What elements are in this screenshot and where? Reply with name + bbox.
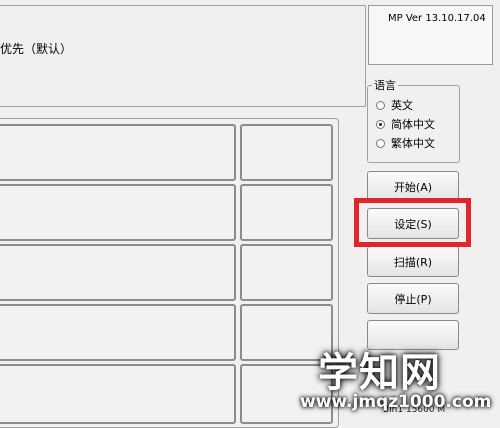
port-status-cell	[240, 124, 333, 181]
port-cell	[0, 124, 236, 181]
language-group-title: 语言	[372, 77, 398, 93]
watermark-url: www.jmqz1000.com	[300, 392, 492, 412]
port-status-cell	[240, 244, 333, 301]
watermark-title: 学知网	[318, 350, 441, 396]
priority-default-label: 优先（默认）	[0, 42, 73, 56]
language-option-label: 英文	[391, 99, 413, 112]
language-option-english[interactable]: 英文	[376, 97, 413, 113]
port-status-cell	[240, 184, 333, 241]
radio-checked-icon[interactable]	[376, 119, 385, 129]
scan-button[interactable]: 扫描(R)	[367, 246, 459, 277]
port-cell	[0, 244, 236, 301]
port-cell	[0, 364, 236, 424]
highlight-box	[354, 198, 471, 247]
radio-unchecked-icon[interactable]	[376, 138, 385, 148]
language-option-label: 简体中文	[391, 118, 435, 131]
language-option-simplified-chinese[interactable]: 简体中文	[376, 116, 435, 132]
language-option-traditional-chinese[interactable]: 繁体中文	[376, 135, 435, 151]
language-option-label: 繁体中文	[391, 137, 435, 150]
port-cell	[0, 304, 236, 361]
radio-unchecked-icon[interactable]	[376, 100, 385, 110]
version-label: MP Ver 13.10.17.04	[388, 13, 486, 24]
stop-button[interactable]: 停止(P)	[367, 283, 459, 314]
port-cell	[0, 184, 236, 241]
